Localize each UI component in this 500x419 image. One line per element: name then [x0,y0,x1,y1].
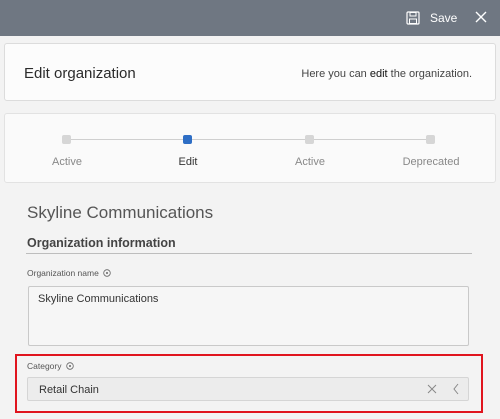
save-button[interactable]: Save [406,9,457,27]
step-label-active-2: Active [295,156,325,168]
step-marker-active-2 [305,135,314,144]
step-marker-active [62,135,71,144]
category-select[interactable]: Retail Chain [27,377,469,401]
step-marker-edit [183,135,192,144]
top-toolbar: Save [0,0,500,36]
org-name-field-label: Organization name [27,268,111,278]
close-icon[interactable] [473,9,489,25]
page-subtitle: Here you can edit the organization. [301,68,472,80]
step-label-deprecated: Deprecated [402,156,460,168]
page-header: Edit organization Here you can edit the … [4,43,496,101]
organization-name-heading: Skyline Communications [27,203,214,222]
subtitle-emphasis: edit [369,68,388,80]
save-label: Save [430,11,458,25]
chevron-left-icon[interactable] [452,383,460,395]
lifecycle-stepper: Active Edit Active Deprecated [4,113,496,183]
org-name-label-text: Organization name [27,268,99,278]
step-marker-deprecated [426,135,435,144]
subtitle-text-end: the organization. [387,68,472,80]
section-divider [26,253,472,254]
subtitle-text: Here you can [301,68,370,80]
stepper-connector [192,139,309,140]
organization-name-input[interactable]: Skyline Communications [28,286,469,346]
category-field-label: Category [27,361,74,371]
step-label-active: Active [52,156,82,168]
category-value: Retail Chain [39,384,99,396]
stepper-connector [314,139,431,140]
info-icon[interactable] [65,362,74,370]
save-icon [406,11,420,25]
section-title: Organization information [27,236,176,250]
page-title: Edit organization [24,65,136,82]
info-icon[interactable] [103,269,111,277]
step-label-edit: Edit [178,156,198,168]
clear-icon[interactable] [427,384,437,394]
category-label-text: Category [27,361,62,371]
stepper-connector [71,139,187,140]
